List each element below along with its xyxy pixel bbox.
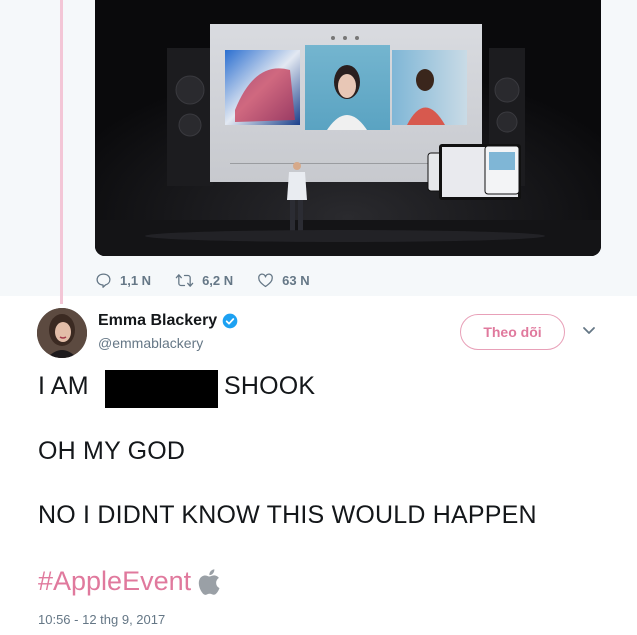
tweet-timestamp[interactable]: 10:56 - 12 thg 9, 2017: [38, 612, 165, 627]
like-button[interactable]: 63 N: [257, 272, 310, 289]
tweet-text-line-1-end: SHOOK: [224, 372, 316, 400]
hashtag-text[interactable]: #AppleEvent: [38, 566, 191, 597]
follow-button[interactable]: Theo dõi: [460, 314, 565, 350]
like-count: 63 N: [282, 272, 310, 288]
avatar[interactable]: [37, 308, 87, 358]
author-handle[interactable]: @emmablackery: [98, 335, 203, 351]
tweet-media-image[interactable]: [95, 0, 601, 256]
keynote-stage-photo: [95, 0, 601, 256]
tweet-text-line-1-start: I AM: [38, 372, 89, 400]
retweet-count: 6,2 N: [202, 272, 234, 288]
reply-button[interactable]: 1,1 N: [95, 272, 151, 289]
verified-icon: [222, 313, 238, 329]
hashtag-link[interactable]: #AppleEvent: [38, 566, 221, 597]
like-icon: [258, 272, 274, 287]
author-name-row[interactable]: Emma Blackery: [98, 312, 238, 330]
retweet-icon: [175, 273, 194, 287]
redaction-bar: [105, 370, 218, 408]
retweet-button[interactable]: 6,2 N: [175, 272, 233, 289]
author-display-name[interactable]: Emma Blackery: [98, 312, 217, 330]
apple-logo-icon: [198, 568, 220, 595]
chevron-down-icon[interactable]: [582, 326, 596, 336]
thread-line: [60, 0, 63, 304]
avatar-image: [37, 308, 87, 358]
reply-count: 1,1 N: [120, 272, 152, 288]
tweet-text-line-3: NO I DIDNT KNOW THIS WOULD HAPPEN: [38, 501, 537, 529]
reply-icon: [96, 272, 111, 288]
tweet-text-line-2: OH MY GOD: [38, 437, 186, 465]
tweet-actions: 1,1 N 6,2 N 63 N: [95, 268, 334, 292]
